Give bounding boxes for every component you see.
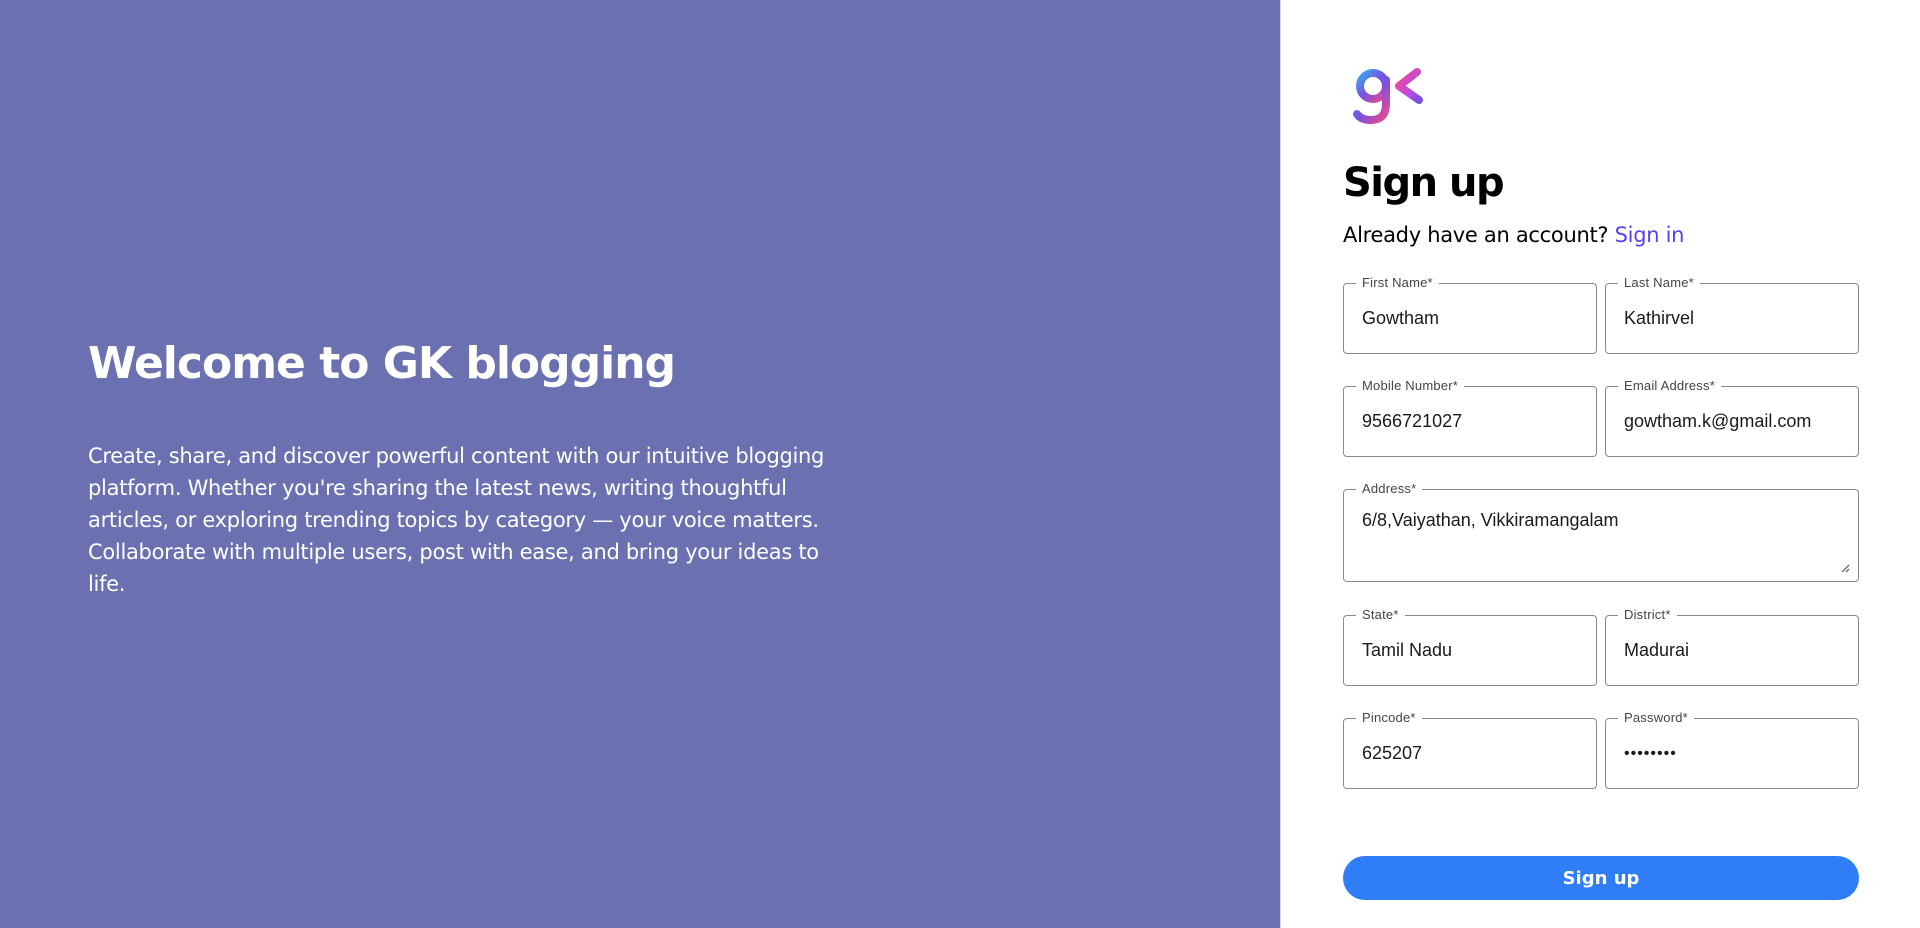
district-field[interactable]: District* Madurai (1605, 607, 1859, 686)
last-name-value[interactable]: Kathirvel (1624, 284, 1846, 353)
account-prompt-text: Already have an account? (1343, 223, 1609, 247)
state-field[interactable]: State* Tamil Nadu (1343, 607, 1597, 686)
gk-logo-icon (1353, 58, 1423, 125)
first-name-value[interactable]: Gowtham (1362, 284, 1584, 353)
hero-description: Create, share, and discover powerful con… (88, 444, 825, 596)
address-value[interactable]: 6/8,Vaiyathan, Vikkiramangalam (1362, 490, 1846, 581)
signin-prompt: Already have an account? Sign in (1343, 220, 1684, 250)
signup-button[interactable]: Sign up (1343, 856, 1859, 900)
password-field[interactable]: Password* •••••••• (1605, 710, 1859, 789)
pincode-field[interactable]: Pincode* 625207 (1343, 710, 1597, 789)
signup-panel: Sign up Already have an account? Sign in… (1280, 0, 1920, 928)
welcome-panel: Welcome to GK blogging Create, share, an… (0, 0, 1280, 928)
last-name-field[interactable]: Last Name* Kathirvel (1605, 275, 1859, 354)
email-address-field[interactable]: Email Address* gowtham.k@gmail.com (1605, 378, 1859, 457)
mobile-number-field[interactable]: Mobile Number* 9566721027 (1343, 378, 1597, 457)
resize-handle-icon[interactable] (1840, 563, 1850, 573)
hero-title: Welcome to GK blogging (88, 338, 676, 389)
district-value[interactable]: Madurai (1624, 616, 1846, 685)
state-value[interactable]: Tamil Nadu (1362, 616, 1584, 685)
form-title: Sign up (1343, 160, 1505, 206)
email-address-value[interactable]: gowtham.k@gmail.com (1624, 387, 1846, 456)
mobile-number-value[interactable]: 9566721027 (1362, 387, 1584, 456)
pincode-value[interactable]: 625207 (1362, 719, 1584, 788)
first-name-field[interactable]: First Name* Gowtham (1343, 275, 1597, 354)
address-field[interactable]: Address* 6/8,Vaiyathan, Vikkiramangalam (1343, 481, 1859, 582)
password-value[interactable]: •••••••• (1624, 719, 1846, 788)
signin-link[interactable]: Sign in (1615, 223, 1685, 247)
